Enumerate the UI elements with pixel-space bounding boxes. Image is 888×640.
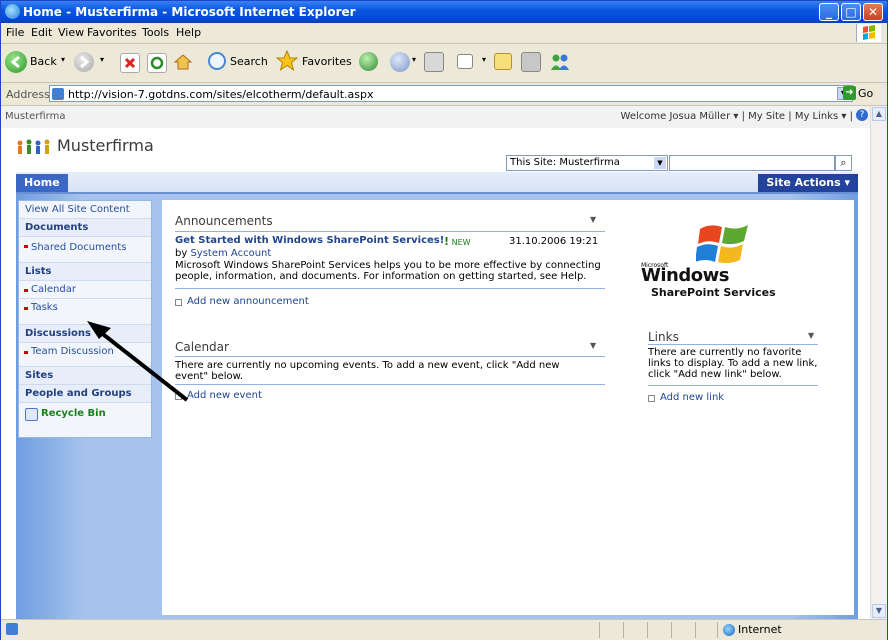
forward-dropdown-icon[interactable]: ▾ <box>100 55 104 64</box>
page-viewport: Musterfirma Welcome Josua Müller ▾ | My … <box>1 106 887 619</box>
address-label: Address <box>6 88 50 101</box>
go-arrow-icon[interactable]: ➜ <box>843 86 856 100</box>
search-icon[interactable] <box>208 52 226 70</box>
menu-tools[interactable]: Tools <box>142 26 169 39</box>
status-separator <box>623 622 624 638</box>
messenger-icon[interactable] <box>549 52 571 72</box>
favorites-button[interactable]: Favorites <box>302 55 352 68</box>
menu-help[interactable]: Help <box>176 26 201 39</box>
status-separator <box>717 622 718 638</box>
edit-dropdown-icon[interactable]: ▾ <box>482 55 486 64</box>
vertical-scrollbar[interactable]: ▲ ▼ <box>870 106 887 619</box>
address-bar: Address http://vision-7.gotdns.com/sites… <box>1 83 887 106</box>
back-button[interactable]: Back <box>30 55 57 68</box>
internet-zone-icon <box>723 624 735 636</box>
home-icon[interactable] <box>173 52 193 72</box>
go-button[interactable]: Go <box>858 87 873 100</box>
minimize-button[interactable]: _ <box>819 3 839 21</box>
ie-icon <box>5 4 20 19</box>
menu-view[interactable]: View <box>58 26 84 39</box>
title-bar[interactable]: Home - Musterfirma - Microsoft Internet … <box>1 1 887 23</box>
maximize-button[interactable]: □ <box>841 3 861 21</box>
menu-favorites[interactable]: Favorites <box>87 26 137 39</box>
research-icon[interactable] <box>521 52 541 72</box>
refresh-icon[interactable] <box>147 53 167 73</box>
back-dropdown-icon[interactable]: ▾ <box>61 55 65 64</box>
forward-arrow-icon[interactable] <box>74 52 94 72</box>
standard-toolbar: Back ▾ ▾ Search Favorites ▾ ▾ <box>1 44 887 83</box>
menu-file[interactable]: File <box>6 26 24 39</box>
windows-flag-icon <box>856 24 881 42</box>
status-separator <box>647 622 648 638</box>
page-icon <box>52 88 64 100</box>
scroll-down-icon[interactable]: ▼ <box>872 604 886 618</box>
back-arrow-icon[interactable] <box>5 51 27 73</box>
favorites-star-icon[interactable] <box>275 49 299 72</box>
status-separator <box>695 622 696 638</box>
search-button[interactable]: Search <box>230 55 268 68</box>
close-button[interactable]: ✕ <box>863 3 883 21</box>
stop-icon[interactable] <box>120 53 140 73</box>
address-input[interactable]: http://vision-7.gotdns.com/sites/elcothe… <box>49 85 853 102</box>
annotation-arrow-icon <box>87 321 189 402</box>
scroll-up-icon[interactable]: ▲ <box>872 107 886 121</box>
security-zone[interactable]: Internet <box>738 623 782 636</box>
window-title: Home - Musterfirma - Microsoft Internet … <box>23 5 356 19</box>
folder-icon[interactable] <box>494 53 512 70</box>
menu-edit[interactable]: Edit <box>31 26 52 39</box>
mail-dropdown-icon[interactable]: ▾ <box>412 55 416 64</box>
ie-window: Home - Musterfirma - Microsoft Internet … <box>0 0 888 640</box>
mail-icon[interactable] <box>390 52 410 72</box>
status-bar: Internet <box>1 619 887 640</box>
print-icon[interactable] <box>424 52 444 72</box>
status-page-icon <box>6 623 18 635</box>
status-separator <box>599 622 600 638</box>
status-separator <box>671 622 672 638</box>
menu-bar: File Edit View Favorites Tools Help <box>1 23 887 44</box>
address-url[interactable]: http://vision-7.gotdns.com/sites/elcothe… <box>68 88 374 101</box>
history-icon[interactable] <box>359 52 378 71</box>
edit-icon[interactable] <box>457 54 473 69</box>
